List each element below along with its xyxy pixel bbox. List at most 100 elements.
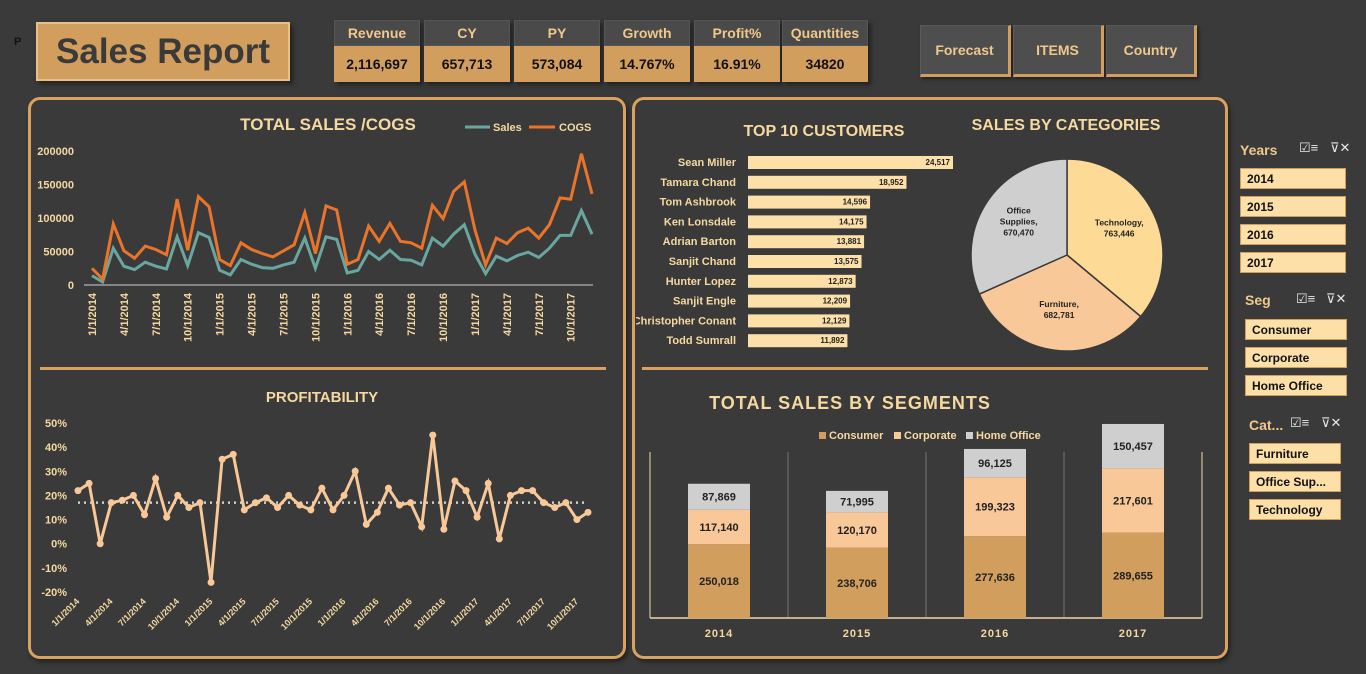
multi-select-icon[interactable]: ☑≡	[1290, 415, 1309, 431]
kpi-value: 34820	[782, 46, 868, 82]
x-tick-label: 7/1/2014	[151, 292, 163, 336]
y-tick-label: 30%	[45, 466, 67, 478]
segments-title: TOTAL SALES BY SEGMENTS	[709, 393, 991, 413]
kpi-value: 14.767%	[604, 46, 690, 82]
profit-point	[506, 491, 514, 499]
customer-name: Tom Ashbrook	[660, 197, 737, 209]
profit-point	[384, 484, 392, 492]
customer-value-label: 14,175	[839, 217, 864, 226]
multi-select-icon[interactable]: ☑≡	[1296, 291, 1315, 307]
x-tick-label: 1/1/2014	[50, 596, 82, 628]
kpi-value: 573,084	[514, 46, 600, 82]
profit-point	[407, 499, 415, 507]
top-customers-chart: TOP 10 CUSTOMERS Sean Miller 24,517 Tamara…	[636, 123, 953, 348]
profit-point	[351, 467, 359, 475]
kpi-value: 657,713	[424, 46, 510, 82]
profit-point	[429, 431, 437, 439]
cat-slicer-item[interactable]: Technology	[1249, 499, 1341, 520]
profit-point	[451, 477, 459, 485]
kpi-label: Quantities	[782, 20, 868, 46]
y-tick-label: 10%	[45, 515, 67, 527]
x-tick-label: 10/1/2014	[146, 596, 181, 631]
x-tick-label: 1/1/2016	[342, 293, 354, 336]
x-tick-label: 7/1/2017	[515, 596, 547, 628]
legend-consumer-swatch	[819, 432, 826, 439]
forecast-button[interactable]: Forecast	[920, 25, 1011, 77]
years-slicer-item[interactable]: 2015	[1240, 196, 1346, 217]
x-tick-label: 4/1/2014	[83, 596, 115, 628]
seg-slicer-item[interactable]: Home Office	[1245, 375, 1347, 396]
y-tick-label: 40%	[45, 442, 67, 454]
segment-value-label: 277,636	[975, 572, 1015, 584]
customer-value-label: 18,952	[879, 178, 904, 187]
customer-name: Ken Lonsdale	[664, 216, 736, 228]
kpi-growth: Growth 14.767%	[604, 20, 690, 82]
customer-bar	[748, 156, 953, 169]
legend-corporate-label: Corporate	[904, 430, 957, 442]
x-tick-label: 4/1/2015	[247, 293, 259, 336]
clear-filter-icon[interactable]: ⊽✕	[1321, 415, 1341, 431]
seg-slicer-title: Seg	[1245, 292, 1271, 308]
profit-point	[329, 506, 337, 514]
x-tick-label: 4/1/2016	[374, 293, 386, 336]
sales-cogs-title: TOTAL SALES /COGS	[240, 115, 416, 134]
x-tick-label: 1/1/2015	[183, 596, 215, 628]
cat-slicer-title: Cat...	[1249, 417, 1284, 433]
kpi-py: PY 573,084	[514, 20, 600, 82]
x-tick-label: 4/1/2016	[349, 596, 381, 628]
profit-point	[362, 520, 370, 528]
clear-filter-icon[interactable]: ⊽✕	[1330, 140, 1350, 156]
profit-point	[440, 525, 448, 533]
customer-value-label: 14,596	[843, 198, 868, 207]
profit-point	[251, 499, 259, 507]
profit-point	[262, 494, 270, 502]
seg-slicer-item[interactable]: Corporate	[1245, 347, 1347, 368]
x-tick-label: 1/1/2015	[215, 293, 227, 336]
customer-value-label: 12,209	[823, 297, 848, 306]
profit-point	[296, 501, 304, 509]
customer-name: Todd Sumrall	[667, 335, 736, 347]
country-button[interactable]: Country	[1106, 25, 1197, 77]
y-tick-label: 150000	[37, 180, 74, 192]
clear-filter-icon[interactable]: ⊽✕	[1326, 291, 1346, 307]
years-slicer-item[interactable]: 2014	[1240, 168, 1346, 189]
profit-point	[396, 501, 404, 509]
x-tick-label: 1/1/2017	[470, 293, 482, 336]
customer-name: Tamara Chand	[660, 177, 736, 189]
seg-slicer-item[interactable]: Consumer	[1245, 319, 1347, 340]
profitability-chart: PROFITABILITY 50%40%30%20%10%0%-10%-20% …	[41, 389, 592, 632]
years-slicer-item[interactable]: 2016	[1240, 224, 1346, 245]
profit-point	[141, 511, 149, 519]
x-tick-label: 1/1/2014	[87, 292, 99, 336]
top-customers-title: TOP 10 CUSTOMERS	[744, 123, 905, 140]
customer-name: Hunter Lopez	[666, 276, 737, 288]
sales-cogs-chart: TOTAL SALES /COGS Sales COGS 200000 15000…	[37, 115, 594, 342]
profit-point	[207, 578, 215, 586]
segment-value-label: 117,140	[699, 522, 738, 534]
category-pie-chart: SALES BY CATEGORIES Technology, 763,446Fu…	[970, 117, 1164, 352]
x-tick-label: 10/1/2015	[279, 596, 314, 631]
x-tick-label: 10/1/2015	[310, 293, 322, 342]
profit-point	[318, 484, 326, 492]
y-tick-label: 0%	[51, 539, 67, 551]
cat-slicer-item[interactable]: Office Sup...	[1249, 471, 1341, 492]
segment-year-label: 2016	[981, 628, 1009, 640]
y-tick-label: 200000	[37, 146, 74, 158]
x-tick-label: 4/1/2014	[119, 292, 131, 336]
x-tick-label: 10/1/2016	[438, 293, 450, 342]
customer-name: Sanjit Engle	[673, 296, 736, 308]
years-slicer-item[interactable]: 2017	[1240, 252, 1346, 273]
segment-value-label: 150,457	[1113, 441, 1153, 453]
multi-select-icon[interactable]: ☑≡	[1299, 140, 1318, 156]
x-tick-label: 1/1/2017	[449, 596, 481, 628]
legend-cogs-label: COGS	[559, 122, 591, 134]
profit-point	[152, 475, 160, 483]
customer-name: Sean Miller	[678, 157, 737, 169]
page-title: Sales Report	[36, 22, 290, 81]
cat-slicer-item[interactable]: Furniture	[1249, 443, 1341, 464]
profit-point	[495, 535, 503, 543]
x-tick-label: 10/1/2014	[183, 292, 195, 342]
kpi-profit: Profit% 16.91%	[694, 20, 780, 82]
y-tick-label: -20%	[41, 587, 67, 599]
items-button[interactable]: ITEMS	[1013, 25, 1104, 77]
